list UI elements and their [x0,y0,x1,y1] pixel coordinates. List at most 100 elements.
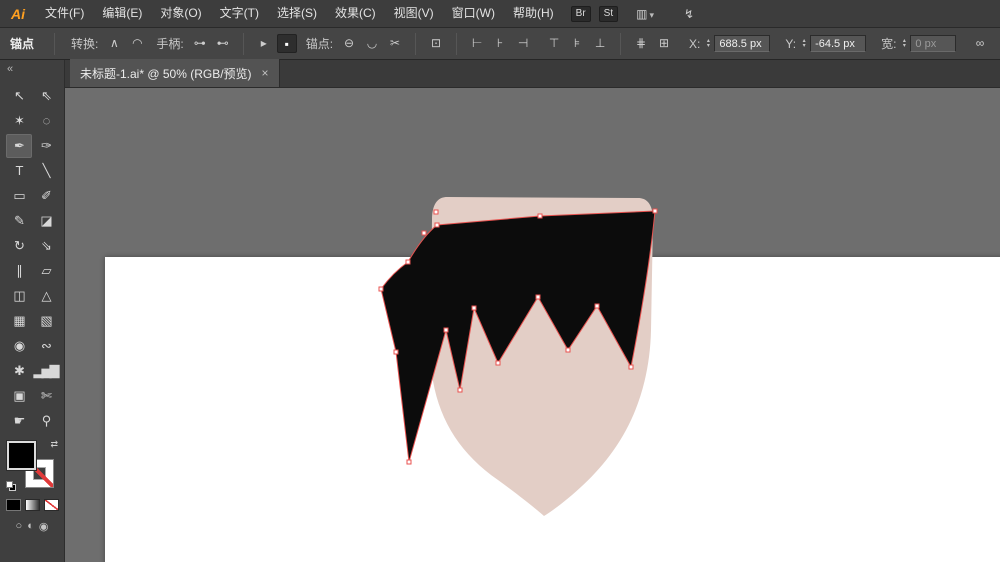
anchor-point[interactable] [443,327,449,333]
column-graph-tool[interactable]: ▂▅▇ [33,359,60,383]
stock-button[interactable]: St [598,5,619,22]
scale-tool[interactable]: ⇘ [33,234,59,258]
eraser-tool[interactable]: ◪ [33,209,59,233]
anchor-point[interactable] [471,305,477,311]
connect-anchor-icon[interactable]: ◡ [362,34,382,53]
isolate-object-icon[interactable]: ⊡ [426,34,446,53]
reference-point-icon[interactable]: ⊞ [654,34,674,53]
align-right-icon[interactable]: ⊣ [513,34,533,53]
paintbrush-tool[interactable]: ✐ [33,184,59,208]
lasso-tool[interactable]: ◌ [33,109,59,133]
x-stepper[interactable]: ▴ ▾ [703,38,713,49]
pencil-tool[interactable]: ✎ [6,209,32,233]
stepper-down-icon[interactable]: ▾ [799,43,809,49]
direct-selection-tool[interactable]: ⇖ [33,84,59,108]
stepper-down-icon[interactable]: ▾ [899,43,909,49]
align-top-icon[interactable]: ⊤ [544,34,564,53]
menu-item[interactable]: 效果(C) [326,0,385,27]
menu-item[interactable]: 选择(S) [268,0,326,27]
draw-behind-button[interactable]: ◐ [27,520,34,533]
gpu-performance-icon[interactable]: ↯ [684,7,694,21]
magic-wand-tool[interactable]: ✶ [6,109,32,133]
free-transform-tool[interactable]: ▱ [33,259,59,283]
rectangle-tool[interactable]: ▭ [6,184,32,208]
menu-item[interactable]: 窗口(W) [443,0,504,27]
perspective-grid-tool[interactable]: △ [33,284,59,308]
eyedropper-tool[interactable]: ◉ [6,334,32,358]
constrain-proportions-icon[interactable]: ∞ [970,34,990,53]
color-button[interactable] [5,499,21,511]
selection-tool[interactable]: ↖ [6,84,32,108]
anchor-point[interactable] [434,222,440,228]
slice-tool[interactable]: ✄ [33,384,59,408]
cut-path-icon[interactable]: ✂ [385,34,405,53]
canvas-area[interactable] [65,88,1000,562]
fill-color-swatch[interactable] [6,440,37,471]
anchor-point[interactable] [421,230,427,236]
anchor-point[interactable] [457,387,463,393]
align-middle-icon[interactable]: ⊧ [567,34,587,53]
stepper-down-icon[interactable]: ▾ [703,43,713,49]
close-tab-icon[interactable]: × [262,66,269,80]
align-center-horizontal-icon[interactable]: ⊦ [490,34,510,53]
x-input[interactable]: 688.5 px [714,35,771,52]
none-button[interactable] [43,499,59,511]
y-stepper[interactable]: ▴ ▾ [799,38,809,49]
menu-item[interactable]: 文件(F) [36,0,93,27]
shape-builder-tool[interactable]: ◫ [6,284,32,308]
anchor-point[interactable] [405,259,411,265]
smooth-toggle-icon[interactable]: ▪ [276,34,297,53]
anchor-point[interactable] [628,364,634,370]
document-tab[interactable]: 未标题-1.ai* @ 50% (RGB/预览) × [70,59,280,87]
align-bottom-icon[interactable]: ⊥ [590,34,610,53]
convert-to-smooth-icon[interactable]: ◠ [127,34,147,53]
pen-tool[interactable]: ✒ [5,134,32,158]
distribute-icon[interactable]: ⋕ [631,34,651,53]
draw-inside-button[interactable]: ◉ [39,520,49,533]
gradient-button[interactable] [24,499,40,511]
show-handles-icon[interactable]: ⊶ [190,34,210,53]
rotate-tool[interactable]: ↻ [6,234,32,258]
anchor-point[interactable] [652,208,658,214]
blend-tool[interactable]: ∾ [33,334,59,358]
corner-toggle-icon[interactable]: ▸ [254,34,274,53]
bridge-button[interactable]: Br [570,5,591,22]
swap-fill-stroke-icon[interactable]: ⇄ [50,439,58,450]
menu-item[interactable]: 帮助(H) [504,0,563,27]
menu-item[interactable]: 视图(V) [385,0,443,27]
anchor-point[interactable] [378,286,384,292]
anchor-point[interactable] [535,294,541,300]
width-tool[interactable]: ∥ [6,259,32,283]
width-input[interactable]: 0 px [910,35,957,52]
draw-normal-button[interactable]: ○ [16,520,23,533]
menu-item[interactable]: 对象(O) [151,0,210,27]
anchor-point[interactable] [406,459,412,465]
symbol-sprayer-tool[interactable]: ✱ [6,359,32,383]
anchor-point[interactable] [537,213,543,219]
artboard-tool[interactable]: ▣ [6,384,32,408]
gradient-tool[interactable]: ▧ [33,309,59,333]
align-left-icon[interactable]: ⊢ [467,34,487,53]
zoom-tool[interactable]: ⚲ [33,409,59,433]
anchor-point[interactable] [433,209,439,215]
hide-handles-icon[interactable]: ⊷ [213,34,233,53]
mesh-tool[interactable]: ▦ [6,309,32,333]
curvature-tool[interactable]: ✑ [33,134,59,158]
y-input[interactable]: -64.5 px [810,35,867,52]
collapse-panel-button[interactable]: « [0,60,64,82]
menu-item[interactable]: 编辑(E) [93,0,151,27]
remove-anchor-icon[interactable]: ⊖ [339,34,359,53]
anchor-point[interactable] [495,360,501,366]
default-fill-stroke-icon[interactable] [6,481,18,491]
line-segment-tool[interactable]: ╲ [33,159,59,183]
width-stepper[interactable]: ▴ ▾ [899,38,909,49]
anchor-point[interactable] [393,349,399,355]
type-tool[interactable]: T [6,159,32,183]
anchor-point[interactable] [594,303,600,309]
anchor-point[interactable] [565,347,571,353]
arrange-documents-icon[interactable]: ▥ ▾ [636,7,654,21]
illustrator-logo: Ai [11,5,25,22]
menu-item[interactable]: 文字(T) [211,0,268,27]
hand-tool[interactable]: ☛ [6,409,32,433]
convert-to-corner-icon[interactable]: ∧ [104,34,124,53]
